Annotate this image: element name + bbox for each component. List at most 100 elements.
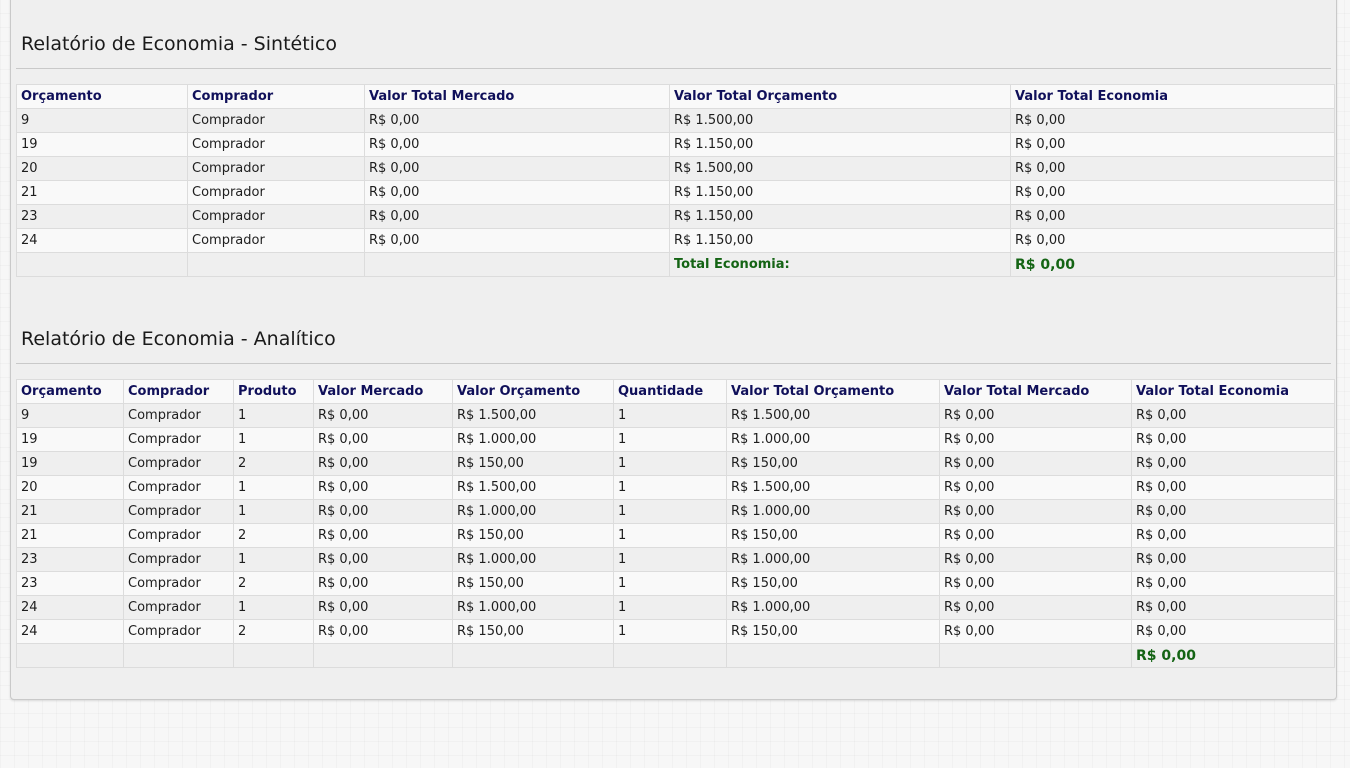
total-economia-label: Total Economia: bbox=[669, 252, 1011, 277]
table-cell: 9 bbox=[16, 403, 124, 428]
table-cell: R$ 0,00 bbox=[313, 595, 453, 620]
table-row: 19 Comprador 1 R$ 0,00 R$ 1.000,00 1 R$ 1.000,… bbox=[16, 427, 1335, 452]
empty-cell bbox=[452, 643, 614, 668]
table-cell: 1 bbox=[233, 427, 314, 452]
table-cell: 23 bbox=[16, 547, 124, 572]
column-header: Valor Orçamento bbox=[452, 379, 614, 404]
table-cell: R$ 0,00 bbox=[364, 180, 670, 205]
table-cell: Comprador bbox=[187, 156, 365, 181]
table-cell: R$ 0,00 bbox=[1010, 204, 1335, 229]
table-row: 24 Comprador R$ 0,00 R$ 1.150,00 R$ 0,00 bbox=[16, 228, 1335, 253]
table-cell: 1 bbox=[233, 595, 314, 620]
table-cell: R$ 1.500,00 bbox=[452, 475, 614, 500]
table-cell: 19 bbox=[16, 427, 124, 452]
analytic-header-row: Orçamento Comprador Produto Valor Mercad… bbox=[16, 379, 1335, 404]
table-cell: R$ 1.150,00 bbox=[669, 180, 1011, 205]
empty-cell bbox=[364, 252, 670, 277]
table-cell: R$ 150,00 bbox=[452, 571, 614, 596]
table-cell: 1 bbox=[613, 547, 727, 572]
column-header: Valor Total Mercado bbox=[364, 84, 670, 109]
table-cell: R$ 150,00 bbox=[726, 619, 940, 644]
analytic-report-title: Relatório de Economia - Analítico bbox=[21, 328, 336, 350]
table-cell: 1 bbox=[233, 475, 314, 500]
column-header: Valor Total Orçamento bbox=[726, 379, 940, 404]
analytic-table-body: 9 Comprador 1 R$ 0,00 R$ 1.500,00 1 R$ 1.500,0… bbox=[16, 403, 1335, 644]
table-cell: Comprador bbox=[123, 403, 234, 428]
table-row: 24 Comprador 2 R$ 0,00 R$ 150,00 1 R$ 150,00 R$… bbox=[16, 619, 1335, 644]
table-cell: R$ 1.500,00 bbox=[726, 475, 940, 500]
table-row: 20 Comprador R$ 0,00 R$ 1.500,00 R$ 0,00 bbox=[16, 156, 1335, 181]
table-cell: R$ 0,00 bbox=[939, 403, 1132, 428]
table-row: 9 Comprador 1 R$ 0,00 R$ 1.500,00 1 R$ 1.500,0… bbox=[16, 403, 1335, 428]
table-cell: 20 bbox=[16, 475, 124, 500]
table-cell: R$ 0,00 bbox=[1131, 523, 1335, 548]
table-cell: R$ 0,00 bbox=[1131, 619, 1335, 644]
table-cell: R$ 0,00 bbox=[1131, 595, 1335, 620]
table-cell: R$ 0,00 bbox=[364, 132, 670, 157]
table-cell: 2 bbox=[233, 523, 314, 548]
table-cell: 1 bbox=[613, 499, 727, 524]
table-row: 23 Comprador 2 R$ 0,00 R$ 150,00 1 R$ 150,00 R$… bbox=[16, 571, 1335, 596]
empty-cell bbox=[939, 643, 1132, 668]
table-cell: R$ 1.500,00 bbox=[452, 403, 614, 428]
table-cell: 1 bbox=[613, 619, 727, 644]
table-cell: Comprador bbox=[123, 523, 234, 548]
table-cell: R$ 150,00 bbox=[726, 451, 940, 476]
table-cell: 24 bbox=[16, 595, 124, 620]
table-cell: R$ 0,00 bbox=[1010, 132, 1335, 157]
table-cell: 23 bbox=[16, 204, 188, 229]
table-cell: R$ 0,00 bbox=[1131, 451, 1335, 476]
table-cell: 21 bbox=[16, 180, 188, 205]
table-cell: R$ 0,00 bbox=[1010, 156, 1335, 181]
table-cell: Comprador bbox=[123, 427, 234, 452]
column-header: Orçamento bbox=[16, 379, 124, 404]
empty-cell bbox=[233, 643, 314, 668]
column-header: Valor Total Economia bbox=[1010, 84, 1335, 109]
analytic-report-table: Orçamento Comprador Produto Valor Mercad… bbox=[16, 379, 1335, 668]
table-cell: 2 bbox=[233, 451, 314, 476]
column-header: Valor Mercado bbox=[313, 379, 453, 404]
table-cell: R$ 0,00 bbox=[364, 108, 670, 133]
table-cell: R$ 0,00 bbox=[939, 595, 1132, 620]
total-economia-value: R$ 0,00 bbox=[1010, 252, 1335, 277]
synthetic-table-body: 9 Comprador R$ 0,00 R$ 1.500,00 R$ 0,00 19 Com… bbox=[16, 108, 1335, 253]
table-row: 24 Comprador 1 R$ 0,00 R$ 1.000,00 1 R$ 1.000,… bbox=[16, 595, 1335, 620]
table-cell: R$ 150,00 bbox=[452, 619, 614, 644]
table-cell: R$ 0,00 bbox=[1131, 475, 1335, 500]
table-cell: R$ 0,00 bbox=[939, 427, 1132, 452]
column-header: Valor Total Economia bbox=[1131, 379, 1335, 404]
synthetic-report-table: Orçamento Comprador Valor Total Mercado … bbox=[16, 84, 1335, 277]
empty-cell bbox=[16, 643, 124, 668]
table-cell: R$ 1.000,00 bbox=[726, 595, 940, 620]
table-cell: R$ 0,00 bbox=[1010, 180, 1335, 205]
table-row: 23 Comprador 1 R$ 0,00 R$ 1.000,00 1 R$ 1.000,… bbox=[16, 547, 1335, 572]
table-cell: R$ 1.500,00 bbox=[726, 403, 940, 428]
table-cell: R$ 1.000,00 bbox=[726, 499, 940, 524]
table-cell: R$ 0,00 bbox=[939, 571, 1132, 596]
table-row: 21 Comprador R$ 0,00 R$ 1.150,00 R$ 0,00 bbox=[16, 180, 1335, 205]
table-cell: 1 bbox=[613, 523, 727, 548]
table-cell: 20 bbox=[16, 156, 188, 181]
table-cell: 1 bbox=[233, 499, 314, 524]
table-cell: 21 bbox=[16, 523, 124, 548]
empty-cell bbox=[613, 643, 727, 668]
report-panel: Relatório de Economia - Sintético Orçame… bbox=[10, 0, 1337, 700]
table-cell: R$ 1.000,00 bbox=[452, 427, 614, 452]
empty-cell bbox=[726, 643, 940, 668]
synthetic-total-row: Total Economia: R$ 0,00 bbox=[16, 252, 1335, 277]
table-cell: R$ 150,00 bbox=[452, 451, 614, 476]
table-cell: R$ 0,00 bbox=[1131, 571, 1335, 596]
synthetic-report-title: Relatório de Economia - Sintético bbox=[21, 33, 338, 55]
table-cell: Comprador bbox=[123, 595, 234, 620]
table-cell: R$ 0,00 bbox=[364, 156, 670, 181]
table-row: 23 Comprador R$ 0,00 R$ 1.150,00 R$ 0,00 bbox=[16, 204, 1335, 229]
table-cell: 1 bbox=[613, 595, 727, 620]
empty-cell bbox=[16, 252, 188, 277]
table-cell: 19 bbox=[16, 132, 188, 157]
table-cell: Comprador bbox=[187, 132, 365, 157]
table-cell: R$ 0,00 bbox=[313, 403, 453, 428]
analytic-title-divider bbox=[16, 363, 1331, 364]
table-cell: R$ 0,00 bbox=[364, 228, 670, 253]
table-cell: 1 bbox=[233, 547, 314, 572]
table-cell: Comprador bbox=[187, 108, 365, 133]
